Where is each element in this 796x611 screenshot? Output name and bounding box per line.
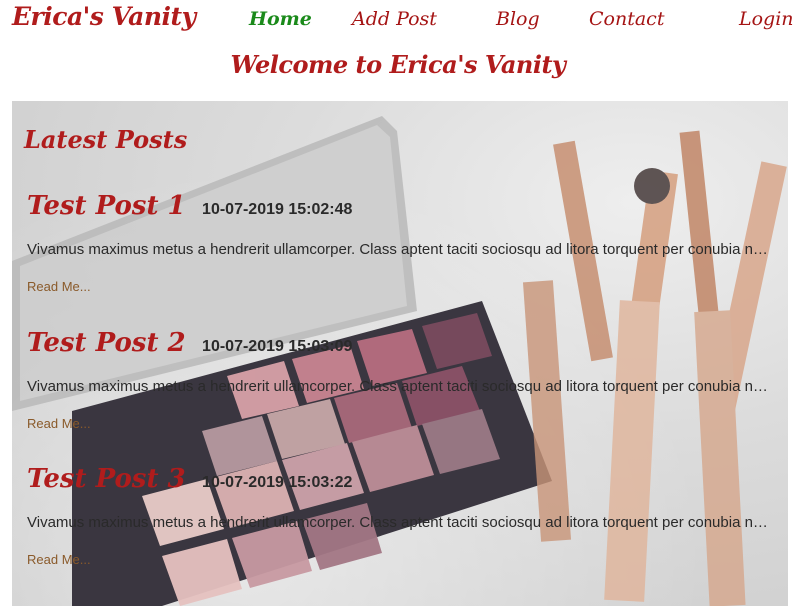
page-title: Welcome to Erica's Vanity — [230, 50, 566, 79]
read-more-link[interactable]: Read Me... — [27, 552, 91, 567]
post-card: Test Post 1 10-07-2019 15:02:48 Vivamus … — [27, 191, 777, 294]
post-date: 10-07-2019 15:02:48 — [202, 201, 353, 218]
nav-home[interactable]: Home — [249, 8, 312, 30]
post-title[interactable]: Test Post 1 — [27, 191, 186, 221]
hero-section: Latest Posts Test Post 1 10-07-2019 15:0… — [12, 101, 788, 606]
post-date: 10-07-2019 15:03:09 — [202, 338, 353, 355]
post-title[interactable]: Test Post 3 — [27, 464, 186, 494]
post-excerpt: Vivamus maximus metus a hendrerit ullamc… — [27, 514, 772, 531]
read-more-link[interactable]: Read Me... — [27, 416, 91, 431]
nav-blog[interactable]: Blog — [496, 8, 540, 30]
nav-contact[interactable]: Contact — [589, 8, 664, 30]
post-card: Test Post 2 10-07-2019 15:03:09 Vivamus … — [27, 328, 777, 431]
read-more-link[interactable]: Read Me... — [27, 279, 91, 294]
post-card: Test Post 3 10-07-2019 15:03:22 Vivamus … — [27, 464, 777, 567]
post-excerpt: Vivamus maximus metus a hendrerit ullamc… — [27, 241, 772, 258]
latest-posts-heading: Latest Posts — [24, 125, 188, 154]
post-title[interactable]: Test Post 2 — [27, 328, 186, 358]
post-date: 10-07-2019 15:03:22 — [202, 474, 353, 491]
nav-add-post[interactable]: Add Post — [352, 8, 437, 30]
nav-login[interactable]: Login — [739, 8, 794, 30]
post-excerpt: Vivamus maximus metus a hendrerit ullamc… — [27, 378, 772, 395]
site-logo[interactable]: Erica's Vanity — [12, 2, 196, 31]
latest-posts: Latest Posts Test Post 1 10-07-2019 15:0… — [12, 101, 788, 606]
